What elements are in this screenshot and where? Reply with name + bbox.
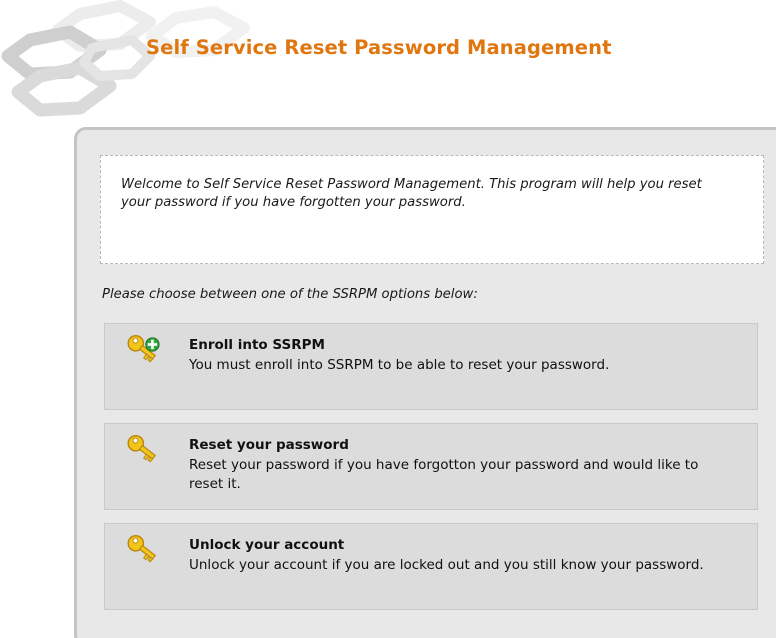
welcome-text: Welcome to Self Service Reset Password M… — [121, 177, 702, 210]
reset-password-option[interactable]: Reset your password Reset your password … — [104, 423, 758, 510]
unlock-account-option-title: Unlock your account — [189, 537, 345, 553]
unlock-account-option-description: Unlock your account if you are locked ou… — [189, 557, 704, 573]
enroll-option-description: You must enroll into SSRPM to be able to… — [189, 357, 610, 373]
enroll-option[interactable]: Enroll into SSRPM You must enroll into S… — [104, 323, 758, 410]
key-icon — [127, 434, 157, 463]
unlock-account-option[interactable]: Unlock your account Unlock your account … — [104, 523, 758, 610]
welcome-box: Welcome to Self Service Reset Password M… — [100, 155, 764, 264]
reset-password-option-title: Reset your password — [189, 437, 349, 453]
enroll-option-title: Enroll into SSRPM — [189, 337, 325, 353]
reset-password-option-description: Reset your password if you have forgotto… — [189, 457, 699, 492]
choose-option-prompt: Please choose between one of the SSRPM o… — [102, 287, 478, 302]
page: Self Service Reset Password Management W… — [0, 0, 776, 638]
key-icon — [127, 534, 157, 563]
app-title: Self Service Reset Password Management — [146, 36, 612, 59]
hexagon-logo-icon — [1, 0, 250, 117]
key-add-icon — [127, 334, 160, 363]
